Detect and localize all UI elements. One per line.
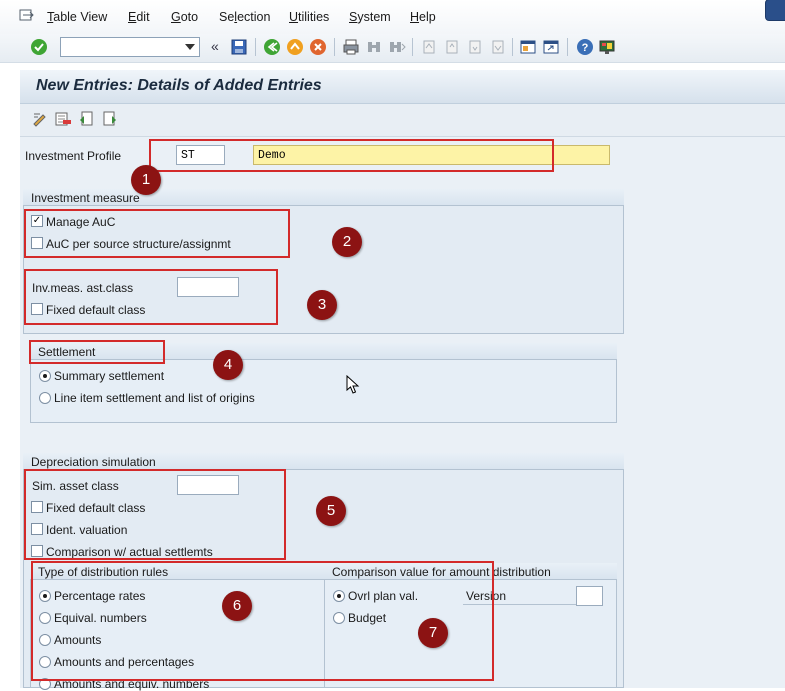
previous-page-icon[interactable] [443, 38, 461, 56]
enter-icon[interactable] [30, 38, 48, 56]
toolbar-separator [567, 38, 568, 56]
page-title: New Entries: Details of Added Entries [36, 77, 322, 94]
menu-help[interactable]: Help [410, 10, 436, 24]
version-field[interactable] [576, 586, 603, 606]
annotation-box-1 [149, 139, 554, 172]
menu-edit[interactable]: Edit [128, 10, 150, 24]
annotation-box-4 [29, 340, 165, 364]
window-system-button[interactable] [766, 0, 785, 20]
new-session-icon[interactable] [519, 38, 537, 56]
last-page-icon[interactable] [489, 38, 507, 56]
back-arrows-icon[interactable]: « [211, 38, 219, 54]
application-toolbar [20, 104, 785, 137]
menu-bar [0, 0, 785, 34]
toolbar-separator [334, 38, 335, 56]
find-next-icon[interactable] [388, 38, 406, 56]
menu-utilities[interactable]: Utilities [289, 10, 329, 24]
toolbar-separator [255, 38, 256, 56]
annotation-marker-5: 5 [316, 496, 346, 526]
toolbar-separator [512, 38, 513, 56]
exit-icon[interactable] [286, 38, 304, 56]
previous-entry-icon[interactable] [77, 110, 95, 128]
summary-settlement-label: Summary settlement [54, 369, 165, 383]
command-field[interactable] [60, 37, 200, 57]
menu-selection[interactable]: Selection [219, 10, 270, 24]
next-page-icon[interactable] [466, 38, 484, 56]
menu-goto[interactable]: Goto [171, 10, 198, 24]
annotation-marker-4: 4 [213, 350, 243, 380]
line-item-settlement-radio[interactable] [39, 392, 51, 404]
chevron-down-icon[interactable] [185, 44, 195, 50]
first-page-icon[interactable] [420, 38, 438, 56]
next-entry-icon[interactable] [101, 110, 119, 128]
shortcut-icon[interactable] [542, 38, 560, 56]
annotation-marker-2: 2 [332, 227, 362, 257]
customize-layout-icon[interactable] [598, 38, 616, 56]
back-icon[interactable] [263, 38, 281, 56]
investment-profile-label: Investment Profile [25, 149, 122, 163]
menu-icon[interactable] [19, 9, 35, 23]
annotation-box-2 [24, 209, 290, 258]
cancel-icon[interactable] [309, 38, 327, 56]
save-icon[interactable] [230, 38, 248, 56]
annotation-marker-1: 1 [131, 165, 161, 195]
annotation-marker-7: 7 [418, 618, 448, 648]
annotation-marker-6: 6 [222, 591, 252, 621]
annotation-marker-3: 3 [307, 290, 337, 320]
svg-text:?: ? [582, 42, 589, 54]
delete-entry-icon[interactable] [54, 110, 72, 128]
find-icon[interactable] [365, 38, 383, 56]
help-icon[interactable]: ? [576, 38, 594, 56]
menu-table-view[interactable]: Table View [47, 10, 107, 24]
display-change-icon[interactable] [31, 110, 49, 128]
line-item-settlement-label: Line item settlement and list of origins [54, 391, 255, 405]
print-icon[interactable] [342, 38, 360, 56]
annotation-box-3 [24, 269, 278, 325]
investment-measure-title: Investment measure [31, 191, 140, 205]
toolbar-separator [412, 38, 413, 56]
menu-system[interactable]: System [349, 10, 391, 24]
summary-settlement-radio[interactable] [39, 370, 51, 382]
annotation-box-5 [24, 469, 286, 560]
depreciation-simulation-title: Depreciation simulation [31, 455, 156, 469]
mouse-pointer-icon [346, 374, 360, 395]
